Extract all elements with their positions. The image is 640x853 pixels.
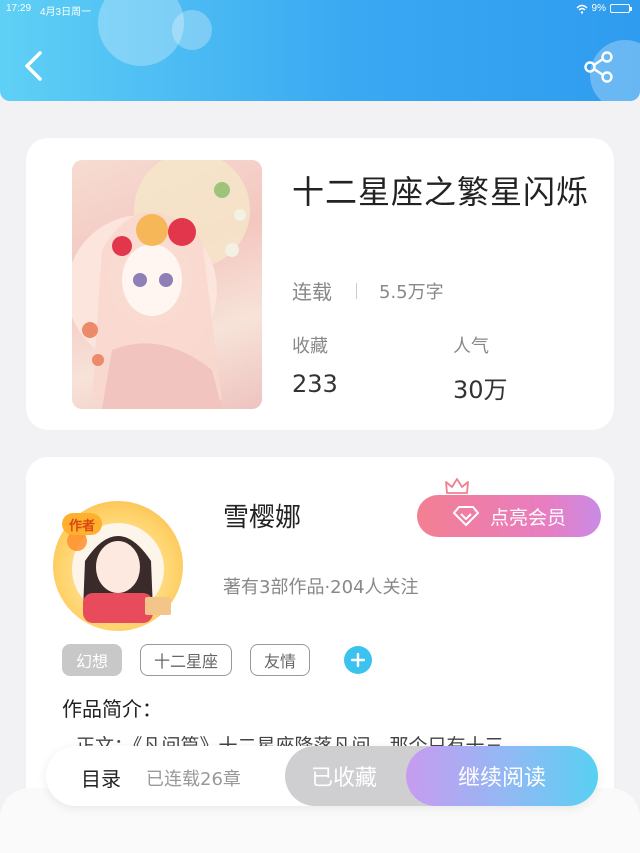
bottom-action-bar: 目录 已连载26章 已收藏 继续阅读 bbox=[46, 746, 598, 806]
vip-label: 点亮会员 bbox=[489, 506, 566, 529]
book-cover-image[interactable] bbox=[72, 160, 262, 409]
battery-percent: 9% bbox=[591, 3, 606, 14]
share-button[interactable] bbox=[582, 50, 616, 84]
tag-list: 幻想 十二星座 友情 bbox=[62, 644, 373, 676]
book-title: 十二星座之繁星闪烁 bbox=[292, 173, 590, 211]
author-name[interactable]: 雪樱娜 bbox=[223, 497, 301, 534]
stat-popularity: 人气 30万 bbox=[453, 332, 508, 405]
stat-label: 人气 bbox=[453, 336, 489, 357]
author-stats: 著有3部作品·204人关注 bbox=[223, 577, 419, 598]
chapter-count[interactable]: 已连载26章 bbox=[146, 765, 241, 791]
add-tag-button[interactable] bbox=[344, 646, 373, 674]
word-count: 5.5万字 bbox=[379, 281, 444, 303]
book-meta: 连载 5.5万字 bbox=[292, 276, 444, 305]
tag-zodiac[interactable]: 十二星座 bbox=[140, 644, 233, 676]
tag-fantasy[interactable]: 幻想 bbox=[62, 644, 123, 676]
intro-heading: 作品简介： bbox=[62, 697, 162, 721]
meta-divider bbox=[356, 282, 357, 299]
toc-button[interactable]: 目录 bbox=[81, 763, 121, 792]
back-button[interactable] bbox=[18, 48, 50, 84]
status-bar: 17:29 4月3日周一 9% bbox=[0, 0, 640, 18]
plus-icon bbox=[351, 653, 366, 667]
battery-icon bbox=[610, 4, 632, 13]
status-date: 4月3日周一 bbox=[40, 7, 92, 18]
stat-value: 30万 bbox=[453, 376, 508, 404]
status-time: 17:29 bbox=[6, 3, 32, 14]
author-badge: 作者 bbox=[62, 513, 102, 535]
crown-icon bbox=[445, 478, 469, 497]
tag-friendship[interactable]: 友情 bbox=[250, 644, 311, 676]
diamond-icon bbox=[452, 506, 479, 526]
header: 17:29 4月3日周一 9% bbox=[0, 0, 640, 101]
stat-value: 233 bbox=[292, 370, 338, 398]
continue-reading-button[interactable]: 继续阅读 bbox=[406, 746, 598, 806]
stat-favorites: 收藏 233 bbox=[292, 332, 338, 398]
serial-status: 连载 bbox=[292, 280, 332, 304]
status-right: 9% bbox=[576, 3, 632, 14]
stat-label: 收藏 bbox=[292, 336, 328, 357]
wifi-icon bbox=[576, 4, 588, 14]
cover-illustration bbox=[72, 160, 250, 409]
book-info-card: 十二星座之繁星闪烁 连载 5.5万字 收藏 233 人气 30万 bbox=[26, 138, 614, 430]
vip-button[interactable]: 点亮会员 bbox=[417, 495, 601, 537]
